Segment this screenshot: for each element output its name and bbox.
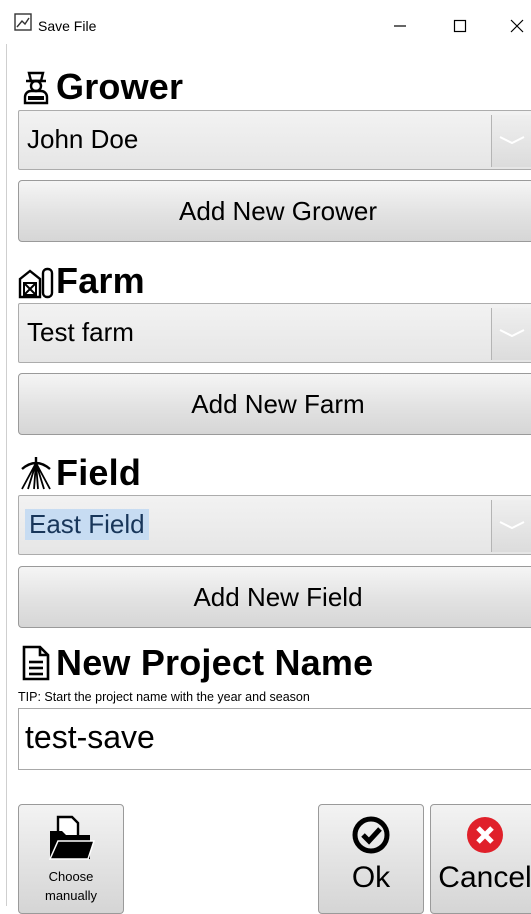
project-name-value: test-save (25, 719, 155, 755)
farm-select[interactable]: Test farm (18, 303, 531, 363)
add-new-field-button[interactable]: Add New Field (18, 566, 531, 628)
field-selected-value: East Field (25, 509, 149, 540)
choose-manually-label: Choose manually (44, 869, 98, 903)
project-tip: TIP: Start the project name with the yea… (18, 690, 310, 704)
field-select[interactable]: East Field (18, 495, 531, 555)
grower-dropdown-toggle[interactable] (491, 115, 531, 167)
grower-selected-value: John Doe (27, 124, 139, 154)
ok-button[interactable]: Ok (318, 804, 424, 914)
folder-document-icon (48, 815, 96, 860)
cancel-button[interactable]: Cancel (430, 804, 531, 914)
field-heading-text: Field (56, 452, 142, 493)
grower-heading-text: Grower (56, 66, 184, 107)
chevron-down-icon (499, 521, 525, 530)
minimize-button[interactable] (382, 14, 418, 38)
grower-heading: Grower (18, 66, 183, 108)
grower-person-icon (23, 71, 49, 105)
add-new-grower-label: Add New Grower (179, 195, 377, 226)
farm-selected-value: Test farm (27, 317, 134, 347)
maximize-button[interactable] (442, 14, 478, 38)
grower-select[interactable]: John Doe (18, 110, 531, 170)
add-new-farm-button[interactable]: Add New Farm (18, 373, 531, 435)
window-title: Save File (38, 18, 97, 34)
cancel-label: Cancel (438, 861, 531, 894)
app-icon (14, 13, 32, 31)
project-name-input[interactable]: test-save (18, 708, 531, 770)
window-left-border (0, 44, 7, 906)
farm-heading: Farm (18, 260, 145, 302)
project-heading-text: New Project Name (56, 642, 374, 683)
project-heading: New Project Name (18, 642, 373, 684)
add-new-farm-label: Add New Farm (191, 388, 365, 419)
field-dropdown-toggle[interactable] (491, 500, 531, 552)
chevron-down-icon (499, 136, 525, 145)
check-circle-icon (352, 816, 390, 854)
farm-heading-text: Farm (56, 260, 145, 301)
ok-label: Ok (351, 861, 391, 894)
add-new-field-label: Add New Field (193, 581, 363, 612)
x-circle-icon (467, 817, 503, 853)
choose-manually-button[interactable]: Choose manually (18, 804, 124, 914)
close-button[interactable] (499, 14, 531, 38)
chevron-down-icon (499, 329, 525, 338)
maximize-icon (453, 19, 467, 33)
irrigation-pivot-icon (21, 457, 51, 490)
title-bar: Save File (0, 0, 531, 44)
close-icon (510, 19, 524, 33)
barn-silo-icon (18, 267, 54, 299)
field-heading: Field (18, 452, 141, 494)
add-new-grower-button[interactable]: Add New Grower (18, 180, 531, 242)
minimize-icon (394, 25, 406, 27)
farm-dropdown-toggle[interactable] (491, 308, 531, 360)
document-icon (22, 645, 50, 681)
